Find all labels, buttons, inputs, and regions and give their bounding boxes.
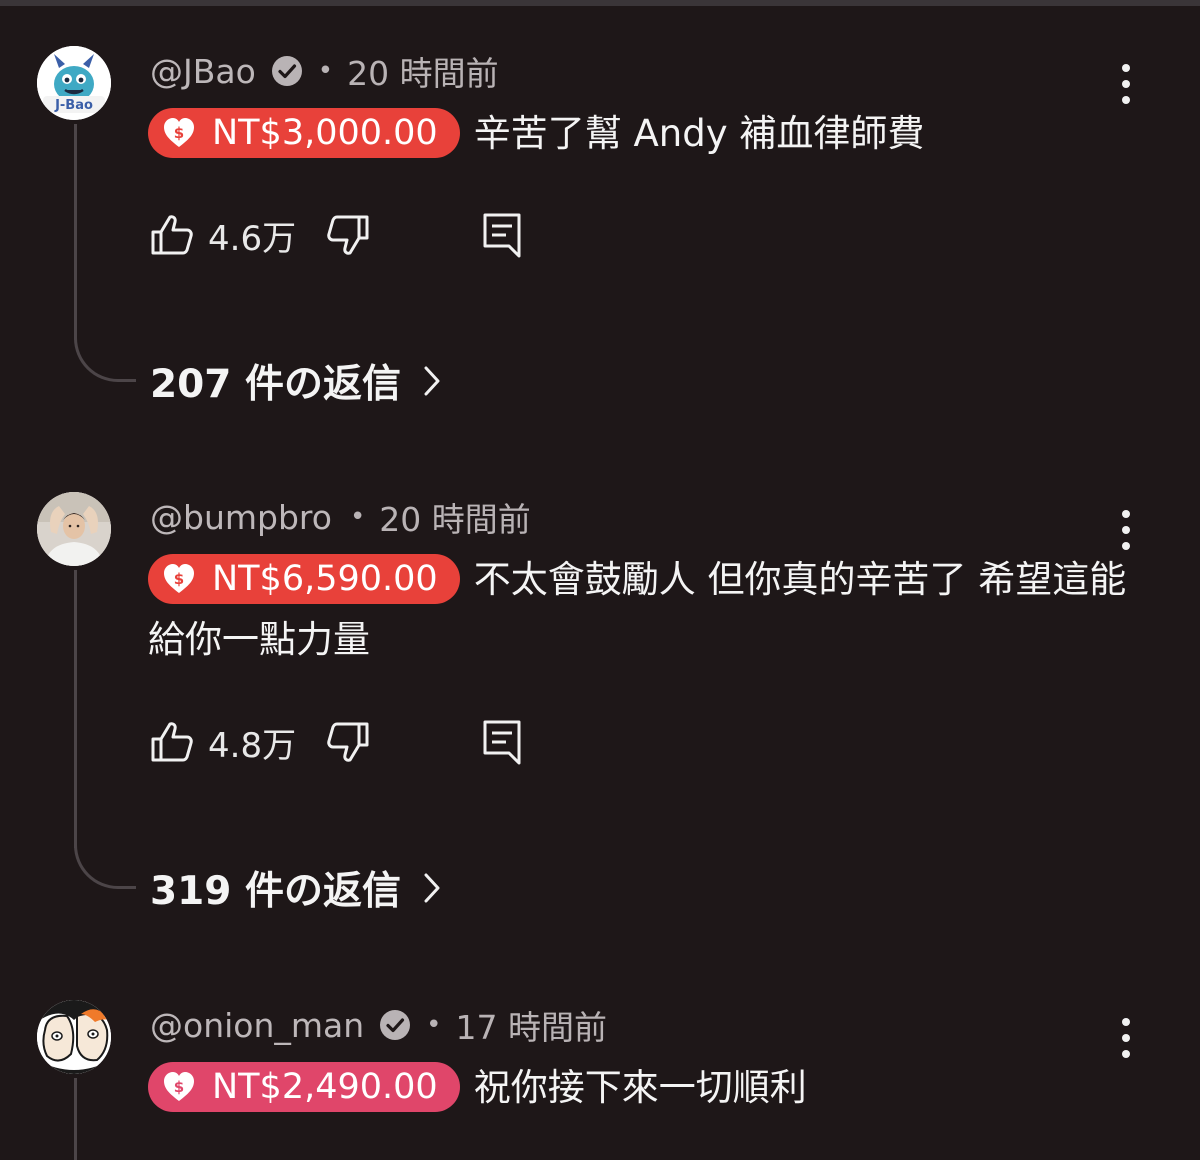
view-replies-button[interactable]: 207 件の返信 xyxy=(150,356,441,407)
thread-curve xyxy=(74,338,136,382)
author-handle[interactable]: @onion_man xyxy=(150,1006,364,1045)
comment-body: $ NT$6,590.00 不太會鼓勵人 但你真的辛苦了 希望這能給你一點力量 xyxy=(148,550,1138,670)
super-thanks-badge[interactable]: $ NT$3,000.00 xyxy=(148,107,460,158)
chevron-right-icon xyxy=(424,873,440,903)
super-thanks-amount: NT$6,590.00 xyxy=(212,558,438,599)
verified-badge-icon xyxy=(271,56,302,86)
super-thanks-amount: NT$3,000.00 xyxy=(212,112,438,153)
thumb-up-icon[interactable] xyxy=(150,720,194,764)
thumb-down-icon[interactable] xyxy=(326,213,370,257)
top-divider xyxy=(0,0,1200,6)
svg-text:$: $ xyxy=(174,1078,184,1096)
comment-text: 辛苦了幫 Andy 補血律師費 xyxy=(473,112,925,155)
verified-badge-icon xyxy=(380,1010,411,1040)
dollar-heart-icon: $ xyxy=(164,563,194,593)
avatar-jbao[interactable]: J-Bao xyxy=(37,46,111,120)
super-thanks-badge[interactable]: $ NT$6,590.00 xyxy=(148,553,460,604)
like-count: 4.6万 xyxy=(208,218,297,259)
more-vert-icon[interactable] xyxy=(1113,1016,1139,1060)
comment-actions: 4.6万 xyxy=(150,210,522,260)
comment-header: @onion_man • 17 時間前 xyxy=(150,1001,607,1049)
thread-line xyxy=(74,124,77,340)
svg-text:J-Bao: J-Bao xyxy=(54,98,93,113)
thread-line xyxy=(74,1078,77,1160)
timestamp[interactable]: 20 時間前 xyxy=(379,493,530,541)
reply-icon[interactable] xyxy=(482,719,522,765)
timestamp[interactable]: 20 時間前 xyxy=(347,47,498,95)
comment-header: @JBao • 20 時間前 xyxy=(150,47,499,95)
comment-text: 祝你接下來一切順利 xyxy=(473,1066,807,1109)
comment-actions: 4.8万 xyxy=(150,717,522,767)
comment-header: @bumpbro • 20 時間前 xyxy=(150,493,531,541)
thumb-down-icon[interactable] xyxy=(326,720,370,764)
thread-curve xyxy=(74,845,136,889)
separator-dot: • xyxy=(426,1010,442,1040)
reply-count-label: 207 件の返信 xyxy=(150,362,401,407)
more-vert-icon[interactable] xyxy=(1113,508,1139,552)
dollar-heart-icon: $ xyxy=(164,117,194,147)
avatar-bumpbro[interactable] xyxy=(37,492,111,566)
author-handle[interactable]: @bumpbro xyxy=(150,498,332,537)
chevron-right-icon xyxy=(424,366,440,396)
dollar-heart-icon: $ xyxy=(164,1071,194,1101)
comment-body: $ NT$3,000.00 辛苦了幫 Andy 補血律師費 xyxy=(148,104,1138,164)
svg-text:$: $ xyxy=(174,570,184,588)
separator-dot: • xyxy=(349,502,366,532)
super-thanks-amount: NT$2,490.00 xyxy=(212,1066,438,1107)
separator-dot: • xyxy=(317,56,334,86)
author-handle[interactable]: @JBao xyxy=(150,52,256,91)
thumb-up-icon[interactable] xyxy=(150,213,194,257)
reply-icon[interactable] xyxy=(482,212,522,258)
avatar-onion-man[interactable] xyxy=(37,1000,111,1074)
comment-body: $ NT$2,490.00 祝你接下來一切順利 xyxy=(148,1058,1138,1118)
reply-count-label: 319 件の返信 xyxy=(150,869,401,914)
super-thanks-badge[interactable]: $ NT$2,490.00 xyxy=(148,1061,460,1112)
timestamp[interactable]: 17 時間前 xyxy=(456,1001,607,1049)
thread-line xyxy=(74,570,77,848)
like-count: 4.8万 xyxy=(208,725,297,766)
view-replies-button[interactable]: 319 件の返信 xyxy=(150,863,441,914)
svg-text:$: $ xyxy=(174,124,184,142)
more-vert-icon[interactable] xyxy=(1113,62,1139,106)
